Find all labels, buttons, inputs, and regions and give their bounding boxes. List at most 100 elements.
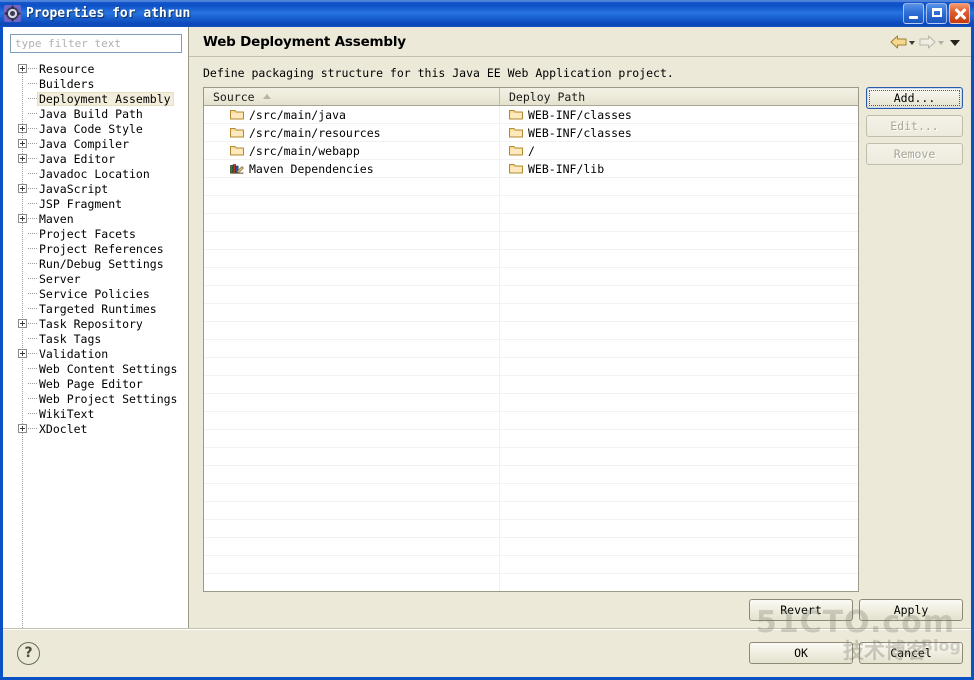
close-button[interactable]: [949, 3, 970, 24]
cell-source-empty: [204, 178, 500, 195]
expand-plus-icon[interactable]: [18, 124, 27, 133]
help-question-icon[interactable]: ?: [17, 641, 40, 665]
table-body: /src/main/java WEB-INF/classes/src/main/r…: [204, 106, 858, 591]
cell-source: Maven Dependencies: [204, 160, 500, 177]
sidebar-item-validation[interactable]: Validation: [13, 346, 188, 361]
assembly-table[interactable]: Source Deploy Path /src/main/java WEB-INF…: [203, 87, 859, 592]
assembly-table-area: Source Deploy Path /src/main/java WEB-INF…: [189, 87, 971, 592]
revert-button[interactable]: Revert: [749, 599, 853, 621]
tree-connector-line: [28, 68, 37, 69]
table-empty-row: [204, 556, 858, 574]
column-header-deploy-path[interactable]: Deploy Path: [500, 88, 858, 105]
table-row[interactable]: /src/main/resources WEB-INF/classes: [204, 124, 858, 142]
table-row[interactable]: Maven Dependencies WEB-INF/lib: [204, 160, 858, 178]
sidebar-item-java-compiler[interactable]: Java Compiler: [13, 136, 188, 151]
back-nav[interactable]: [889, 34, 917, 50]
table-empty-row: [204, 250, 858, 268]
cell-source-empty: [204, 322, 500, 339]
tree-connector-line: [28, 428, 37, 429]
cell-deploy-path-empty: [500, 214, 858, 231]
sidebar-item-label: Task Tags: [39, 331, 102, 346]
cell-source-empty: [204, 430, 500, 447]
sidebar-item-jsp-fragment[interactable]: JSP Fragment: [13, 196, 188, 211]
expand-plus-icon[interactable]: [18, 349, 27, 358]
tree-connector-line: [28, 83, 37, 84]
cell-source-empty: [204, 250, 500, 267]
sidebar-item-project-references[interactable]: Project References: [13, 241, 188, 256]
table-empty-row: [204, 340, 858, 358]
sidebar-item-wikitext[interactable]: WikiText: [13, 406, 188, 421]
sidebar-item-java-code-style[interactable]: Java Code Style: [13, 121, 188, 136]
cell-deploy-path-empty: [500, 178, 858, 195]
sidebar-item-task-tags[interactable]: Task Tags: [13, 331, 188, 346]
sidebar-item-javascript[interactable]: JavaScript: [13, 181, 188, 196]
sidebar-item-xdoclet[interactable]: XDoclet: [13, 421, 188, 436]
expand-plus-icon[interactable]: [18, 64, 27, 73]
apply-button[interactable]: Apply: [859, 599, 963, 621]
expand-plus-icon[interactable]: [18, 424, 27, 433]
remove-button: Remove: [866, 143, 963, 165]
page-description: Define packaging structure for this Java…: [203, 66, 674, 80]
back-arrow-icon[interactable]: [889, 34, 908, 50]
minimize-button[interactable]: [903, 3, 924, 24]
sidebar-item-web-content-settings[interactable]: Web Content Settings: [13, 361, 188, 376]
sidebar-item-web-project-settings[interactable]: Web Project Settings: [13, 391, 188, 406]
tree-connector-line: [28, 173, 37, 174]
table-empty-row: [204, 430, 858, 448]
forward-arrow-icon: [918, 34, 937, 50]
dialog-body: type filter text Resource Builders Deploym…: [3, 27, 971, 677]
sidebar-item-server[interactable]: Server: [13, 271, 188, 286]
filter-input[interactable]: type filter text: [10, 34, 182, 53]
sidebar-item-label: JSP Fragment: [39, 196, 123, 211]
back-history-chevron-down-icon[interactable]: [908, 36, 917, 48]
sidebar-item-java-build-path[interactable]: Java Build Path: [13, 106, 188, 121]
cancel-button[interactable]: Cancel: [859, 642, 963, 664]
column-header-deploy-path-label: Deploy Path: [509, 89, 586, 104]
sidebar-item-project-facets[interactable]: Project Facets: [13, 226, 188, 241]
table-row[interactable]: /src/main/java WEB-INF/classes: [204, 106, 858, 124]
sidebar-item-java-editor[interactable]: Java Editor: [13, 151, 188, 166]
cell-source-empty: [204, 574, 500, 591]
dialog-upper-area: type filter text Resource Builders Deploym…: [3, 27, 971, 628]
tree-connector-line: [28, 338, 37, 339]
sidebar-item-label: Task Repository: [39, 316, 143, 331]
sidebar-item-resource[interactable]: Resource: [13, 61, 188, 76]
sidebar-item-label: Server: [39, 271, 81, 286]
expand-plus-icon[interactable]: [18, 139, 27, 148]
cell-source-empty: [204, 502, 500, 519]
sidebar-item-task-repository[interactable]: Task Repository: [13, 316, 188, 331]
sidebar-item-label: Builders: [39, 76, 95, 91]
maximize-button[interactable]: [926, 3, 947, 24]
expand-plus-icon[interactable]: [18, 184, 27, 193]
sidebar-item-web-page-editor[interactable]: Web Page Editor: [13, 376, 188, 391]
sidebar-item-service-policies[interactable]: Service Policies: [13, 286, 188, 301]
add-button[interactable]: Add...: [866, 87, 963, 109]
expand-plus-icon[interactable]: [18, 214, 27, 223]
cell-source-empty: [204, 214, 500, 231]
sidebar-item-run-debug-settings[interactable]: Run/Debug Settings: [13, 256, 188, 271]
cell-source-empty: [204, 376, 500, 393]
view-menu-chevron-down-icon[interactable]: [947, 36, 963, 48]
cell-deploy-path-empty: [500, 376, 858, 393]
expand-plus-icon[interactable]: [18, 154, 27, 163]
cell-deploy-path-empty: [500, 448, 858, 465]
table-empty-row: [204, 304, 858, 322]
table-empty-row: [204, 178, 858, 196]
sidebar-item-targeted-runtimes[interactable]: Targeted Runtimes: [13, 301, 188, 316]
sidebar-item-builders[interactable]: Builders: [13, 76, 188, 91]
expand-plus-icon[interactable]: [18, 319, 27, 328]
cell-source-empty: [204, 538, 500, 555]
table-empty-row: [204, 448, 858, 466]
tree-connector-line: [28, 128, 37, 129]
cell-deploy-path-empty: [500, 286, 858, 303]
ok-button[interactable]: OK: [749, 642, 853, 664]
sidebar-item-maven[interactable]: Maven: [13, 211, 188, 226]
folder-icon: [509, 145, 523, 156]
sidebar-item-label: Resource: [39, 61, 95, 76]
tree-connector-line: [28, 353, 37, 354]
sidebar-item-javadoc-location[interactable]: Javadoc Location: [13, 166, 188, 181]
table-row[interactable]: /src/main/webapp /: [204, 142, 858, 160]
cell-deploy-path-empty: [500, 358, 858, 375]
column-header-source[interactable]: Source: [204, 88, 500, 105]
sidebar-item-deployment-assembly[interactable]: Deployment Assembly: [13, 91, 188, 106]
